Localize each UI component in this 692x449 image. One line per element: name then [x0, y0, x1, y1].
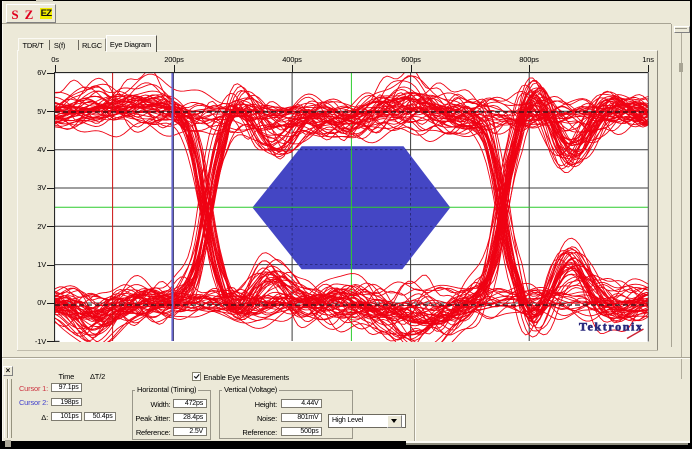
svg-text:Tektronix: Tektronix [579, 320, 642, 334]
